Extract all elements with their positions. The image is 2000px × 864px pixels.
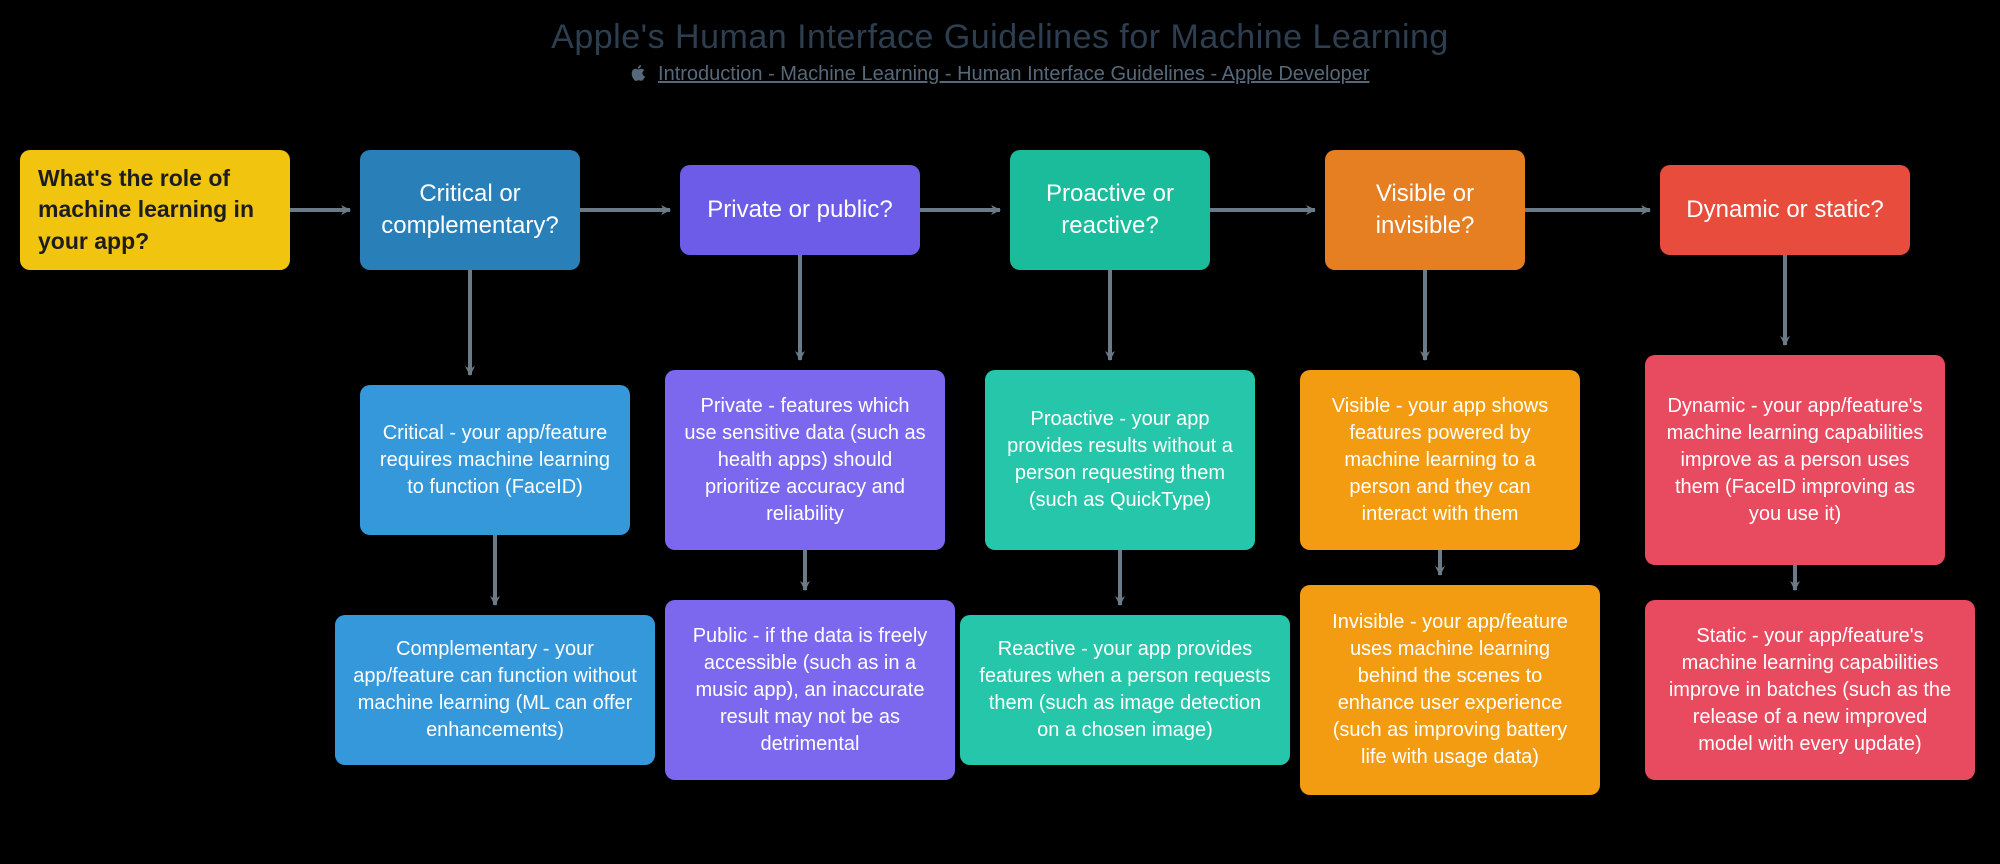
node-q-private: Private or public? <box>680 165 920 255</box>
node-a-complementary: Complementary - your app/feature can fun… <box>335 615 655 765</box>
node-a-critical: Critical - your app/feature requires mac… <box>360 385 630 535</box>
diagram-canvas: What's the role of machine learning in y… <box>0 0 2000 864</box>
node-a-invisible: Invisible - your app/feature uses machin… <box>1300 585 1600 795</box>
node-q-proactive: Proactive or reactive? <box>1010 150 1210 270</box>
node-q-visible: Visible or invisible? <box>1325 150 1525 270</box>
node-a-reactive: Reactive - your app provides features wh… <box>960 615 1290 765</box>
node-a-proactive: Proactive - your app provides results wi… <box>985 370 1255 550</box>
node-a-visible: Visible - your app shows features powere… <box>1300 370 1580 550</box>
node-a-static: Static - your app/feature's machine lear… <box>1645 600 1975 780</box>
node-q-dynamic: Dynamic or static? <box>1660 165 1910 255</box>
node-a-private: Private - features which use sensitive d… <box>665 370 945 550</box>
node-a-public: Public - if the data is freely accessibl… <box>665 600 955 780</box>
node-a-dynamic: Dynamic - your app/feature's machine lea… <box>1645 355 1945 565</box>
node-q-critical: Critical or complementary? <box>360 150 580 270</box>
node-start: What's the role of machine learning in y… <box>20 150 290 270</box>
